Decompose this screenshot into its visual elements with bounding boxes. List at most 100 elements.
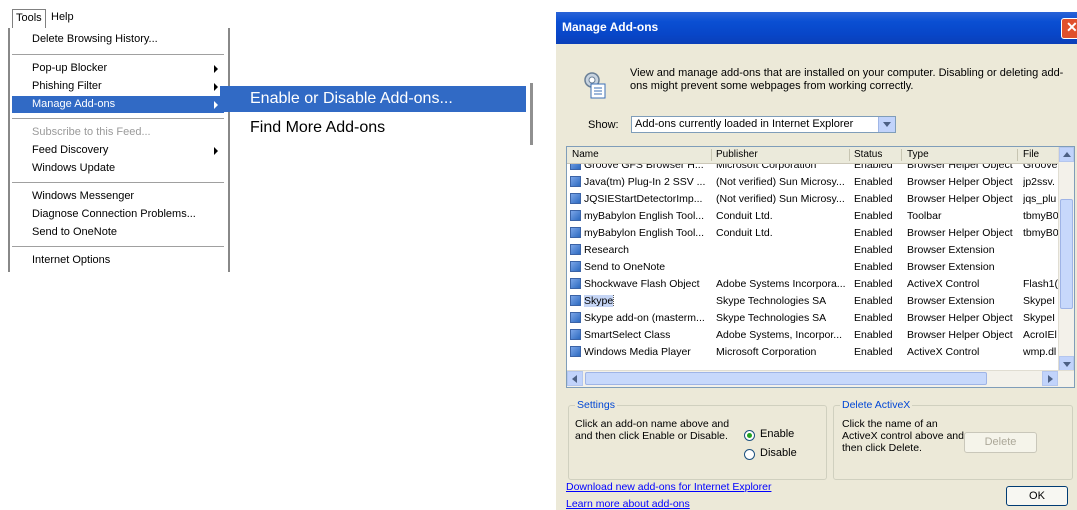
close-icon: ✕ xyxy=(1066,19,1077,35)
download-addons-link[interactable]: Download new add-ons for Internet Explor… xyxy=(566,481,771,493)
cell-status: Enabled xyxy=(854,227,893,239)
cell-type: Browser Helper Object xyxy=(907,193,1013,205)
scroll-right-button[interactable] xyxy=(1042,371,1058,386)
column-divider[interactable] xyxy=(711,149,712,161)
menu-bar: Tools Help xyxy=(8,8,228,28)
column-divider[interactable] xyxy=(901,149,902,161)
vertical-scrollbar[interactable] xyxy=(1058,147,1074,371)
menu-item-phishing-filter[interactable]: Phishing Filter xyxy=(12,78,224,95)
table-row[interactable]: Skype add-on (masterm... Skype Technolog… xyxy=(567,310,1059,327)
addon-icon xyxy=(570,261,581,272)
ok-button[interactable]: OK xyxy=(1006,486,1068,506)
menu-item-internet-options[interactable]: Internet Options xyxy=(12,252,224,269)
submenu-item-enable-disable-addons[interactable]: Enable or Disable Add-ons... xyxy=(220,86,526,112)
cell-name: Groove GFS Browser H... xyxy=(584,163,704,171)
submenu-arrow-icon xyxy=(214,147,218,155)
cell-status: Enabled xyxy=(854,329,893,341)
enable-radio-label[interactable]: Enable xyxy=(760,428,794,440)
table-row[interactable]: Shockwave Flash Object Adobe Systems Inc… xyxy=(567,276,1059,293)
cell-publisher: Skype Technologies SA xyxy=(716,295,827,307)
table-row[interactable]: myBabylon English Tool... Conduit Ltd. E… xyxy=(567,225,1059,242)
addon-icon xyxy=(570,244,581,255)
menu-item-feed-discovery[interactable]: Feed Discovery xyxy=(12,142,224,159)
cell-type: Browser Helper Object xyxy=(907,163,1013,171)
menu-tools[interactable]: Tools xyxy=(12,9,46,28)
disable-radio-label[interactable]: Disable xyxy=(760,447,797,459)
cell-status: Enabled xyxy=(854,312,893,324)
column-header-file[interactable]: File xyxy=(1023,149,1039,160)
menu-separator xyxy=(12,182,224,183)
settings-group-title: Settings xyxy=(575,399,617,411)
cell-publisher: Adobe Systems, Incorpor... xyxy=(716,329,843,341)
cell-publisher: (Not verified) Sun Microsy... xyxy=(716,176,845,188)
table-row[interactable]: JQSIEStartDetectorImp... (Not verified) … xyxy=(567,191,1059,208)
menu-item-label: Phishing Filter xyxy=(32,80,102,92)
close-button[interactable]: ✕ xyxy=(1061,18,1077,39)
scroll-down-button[interactable] xyxy=(1059,356,1074,371)
table-row[interactable]: Java(tm) Plug-In 2 SSV ... (Not verified… xyxy=(567,174,1059,191)
delete-activex-help-text: Click the name of an ActiveX control abo… xyxy=(842,418,964,454)
title-bar[interactable]: Manage Add-ons ✕ xyxy=(556,12,1077,44)
intro-text: View and manage add-ons that are install… xyxy=(630,67,1064,92)
dropdown-arrow-icon[interactable] xyxy=(878,117,895,132)
menu-separator xyxy=(12,54,224,55)
addon-icon xyxy=(570,312,581,323)
addon-icon xyxy=(570,278,581,289)
cell-status: Enabled xyxy=(854,210,893,222)
table-row[interactable]: Send to OneNote Enabled Browser Extensio… xyxy=(567,259,1059,276)
column-header-publisher[interactable]: Publisher xyxy=(716,149,758,160)
cell-status: Enabled xyxy=(854,176,893,188)
chevron-left-icon xyxy=(572,375,577,383)
menu-item-label: Send to OneNote xyxy=(32,226,118,238)
delete-button[interactable]: Delete xyxy=(964,432,1037,453)
menu-item-send-to-onenote[interactable]: Send to OneNote xyxy=(12,224,224,241)
column-divider[interactable] xyxy=(849,149,850,161)
cell-publisher: Conduit Ltd. xyxy=(716,227,773,239)
column-header-name[interactable]: Name xyxy=(572,149,599,160)
scroll-up-button[interactable] xyxy=(1059,147,1074,162)
settings-help-text: Click an add-on name above and and then … xyxy=(575,418,730,442)
cell-name: Skype add-on (masterm... xyxy=(584,312,705,324)
scroll-thumb[interactable] xyxy=(585,372,987,385)
cell-type: Browser Helper Object xyxy=(907,312,1013,324)
cell-type: Browser Extension xyxy=(907,244,995,256)
disable-radio[interactable] xyxy=(744,449,755,460)
learn-more-link[interactable]: Learn more about add-ons xyxy=(566,498,690,510)
table-row[interactable]: Windows Media Player Microsoft Corporati… xyxy=(567,344,1059,361)
table-row[interactable]: Research Enabled Browser Extension xyxy=(567,242,1059,259)
menu-item-windows-update[interactable]: Windows Update xyxy=(12,160,224,177)
menu-item-windows-messenger[interactable]: Windows Messenger xyxy=(12,188,224,205)
table-row-selected[interactable]: Skype Skype Technologies SA Enabled Brow… xyxy=(567,293,1059,310)
cell-status: Enabled xyxy=(854,244,893,256)
cell-file: Flash1( xyxy=(1023,278,1059,290)
cell-name: Research xyxy=(584,244,629,256)
menu-item-diagnose-connection[interactable]: Diagnose Connection Problems... xyxy=(12,206,224,223)
cell-name: Windows Media Player xyxy=(584,346,691,358)
cell-status: Enabled xyxy=(854,295,893,307)
scroll-thumb[interactable] xyxy=(1060,199,1073,309)
table-row[interactable]: myBabylon English Tool... Conduit Ltd. E… xyxy=(567,208,1059,225)
submenu-item-find-more-addons[interactable]: Find More Add-ons xyxy=(220,115,526,141)
menu-item-manage-addons[interactable]: Manage Add-ons xyxy=(12,96,224,113)
enable-radio[interactable] xyxy=(744,430,755,441)
cell-name: JQSIEStartDetectorImp... xyxy=(584,193,703,205)
horizontal-scrollbar[interactable] xyxy=(567,370,1074,387)
addon-icon xyxy=(570,346,581,357)
menu-help[interactable]: Help xyxy=(51,11,74,23)
menu-item-label: Diagnose Connection Problems... xyxy=(32,208,196,220)
addon-icon xyxy=(570,227,581,238)
menu-item-label: Delete Browsing History... xyxy=(32,33,158,45)
addon-icon xyxy=(570,176,581,187)
cell-publisher: (Not verified) Sun Microsy... xyxy=(716,193,845,205)
column-header-type[interactable]: Type xyxy=(907,149,929,160)
column-header-status[interactable]: Status xyxy=(854,149,882,160)
scroll-left-button[interactable] xyxy=(567,371,583,386)
table-row[interactable]: SmartSelect Class Adobe Systems, Incorpo… xyxy=(567,327,1059,344)
menu-separator xyxy=(12,118,224,119)
cell-type: Browser Extension xyxy=(907,261,995,273)
show-dropdown[interactable]: Add-ons currently loaded in Internet Exp… xyxy=(631,116,896,133)
table-row[interactable]: Groove GFS Browser H... Microsoft Corpor… xyxy=(567,163,1059,174)
menu-item-delete-browsing-history[interactable]: Delete Browsing History... xyxy=(12,31,224,48)
menu-item-popup-blocker[interactable]: Pop-up Blocker xyxy=(12,60,224,77)
column-divider[interactable] xyxy=(1017,149,1018,161)
